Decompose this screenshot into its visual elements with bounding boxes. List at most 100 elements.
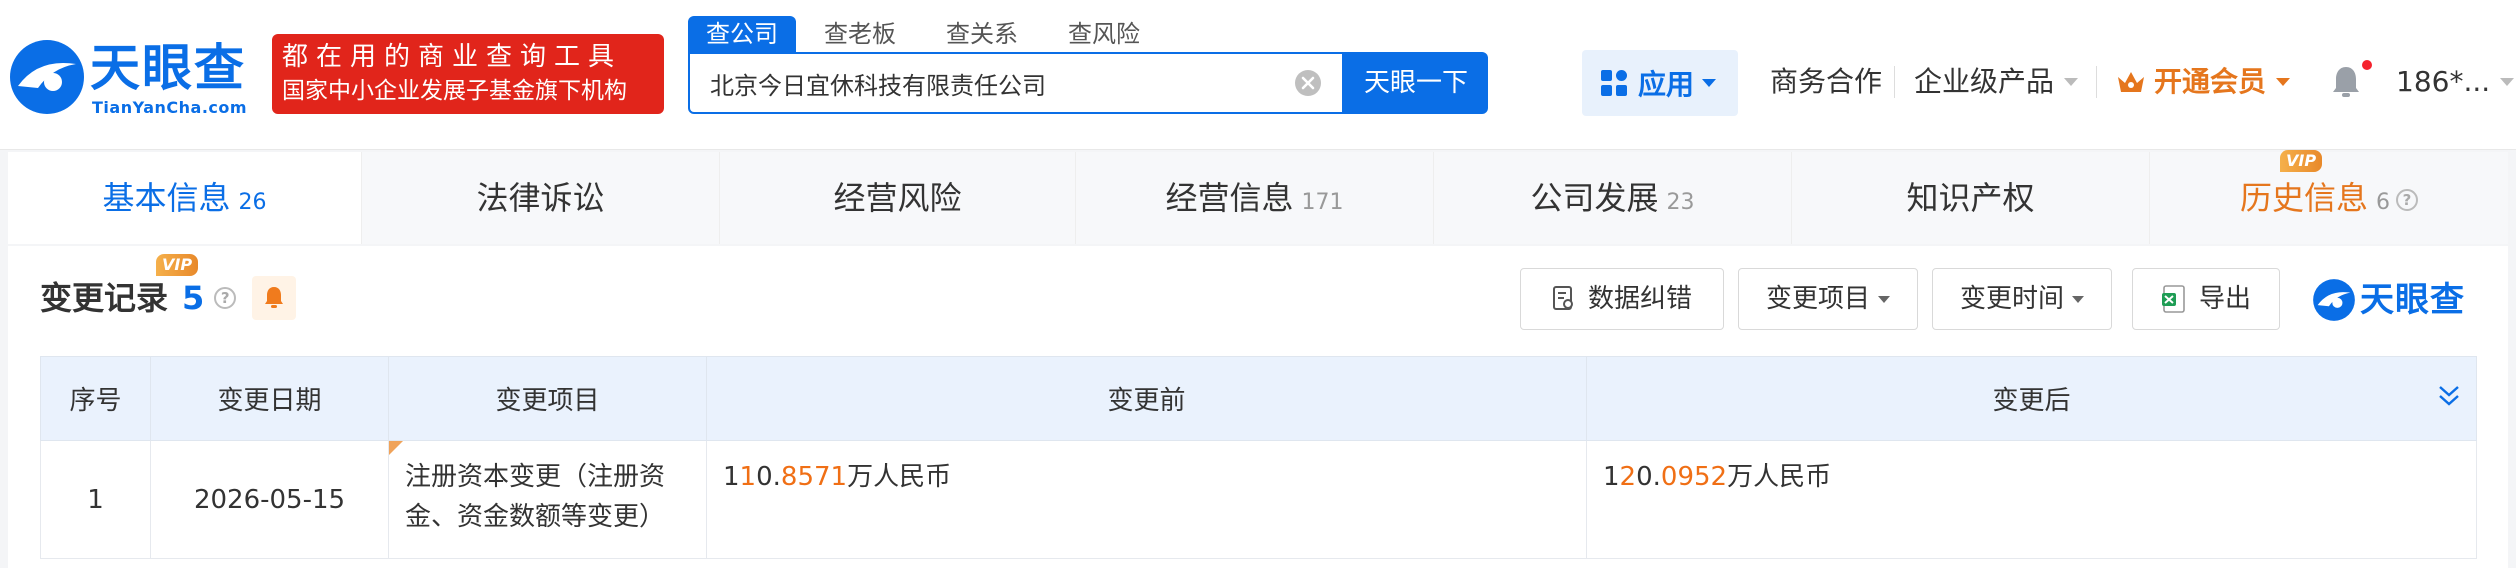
row-after-value: 120.0952万人民币 (1586, 440, 2477, 559)
table-header-row: 序号 变更日期 变更项目 变更前 变更后 (40, 356, 2477, 441)
data-correction-label: 数据纠错 (1587, 284, 1692, 314)
help-icon[interactable]: ? (214, 287, 237, 309)
tab-history-info[interactable]: 历史信息 6? VIP (2150, 150, 2508, 244)
double-chevron-down-icon[interactable] (2434, 381, 2464, 411)
excel-icon (2161, 285, 2185, 313)
tab-company-development[interactable]: 公司发展 23 (1434, 152, 1792, 244)
brand-watermark: 天眼查 (2312, 276, 2482, 324)
user-account-menu[interactable]: 186*... (2396, 60, 2515, 104)
row-date: 2026-05-15 (150, 440, 389, 559)
tab-label: 公司发展 (1530, 179, 1659, 217)
search-tab-boss[interactable]: 查老板 (806, 16, 914, 52)
row-change-item: 注册资本变更（注册资金、资金数额等变更） (388, 440, 707, 559)
notification-dot (2362, 60, 2372, 70)
col-header-before: 变更前 (706, 356, 1587, 441)
search-tab-risk[interactable]: 查风险 (1050, 16, 1158, 52)
row-index: 1 (40, 440, 151, 559)
change-time-filter[interactable]: 变更时间 (1932, 268, 2112, 330)
chevron-down-icon (1702, 79, 1717, 87)
col-header-index: 序号 (40, 356, 151, 441)
tab-count: 26 (238, 190, 267, 215)
col-header-after-label: 变更后 (1992, 386, 2071, 416)
after-unit: 万人民币 (1727, 462, 1832, 492)
tab-label: 经营信息 (1165, 179, 1294, 217)
logo-eye-icon (10, 40, 84, 114)
after-mid: 2 (1619, 462, 1637, 492)
change-record-table: 序号 变更日期 变更项目 变更前 变更后 1 2026-05-15 注册资本变更… (40, 356, 2477, 559)
section-title-text: 变更记录 (40, 279, 169, 317)
tab-count: 23 (1666, 190, 1695, 215)
after-plain: 0. (1636, 462, 1661, 492)
chevron-down-icon (2064, 78, 2079, 86)
monitor-bell-button[interactable] (252, 276, 296, 320)
export-label: 导出 (2198, 284, 2251, 314)
col-header-date[interactable]: 变更日期 (150, 356, 389, 441)
after-pre: 1 (1603, 462, 1620, 492)
brand-name: 天眼查 (2360, 280, 2465, 320)
data-correction-button[interactable]: 数据纠错 (1520, 268, 1724, 330)
change-item-filter[interactable]: 变更项目 (1738, 268, 1918, 330)
tab-legal[interactable]: 法律诉讼 (362, 152, 720, 244)
vip-badge: VIP (2280, 150, 2323, 172)
nav-business-cooperation[interactable]: 商务合作 (1770, 60, 1882, 104)
document-edit-icon (1552, 286, 1573, 310)
tab-count: 171 (1301, 190, 1344, 215)
section-count: 5 (182, 279, 205, 317)
tab-label: 历史信息 (2239, 179, 2368, 217)
row-change-item-text: 注册资本变更（注册资金、资金数额等变更） (405, 462, 666, 532)
export-button[interactable]: 导出 (2132, 268, 2280, 330)
change-record-section: 变更记录 5 ? VIP 数据纠错 变更项目 变更时间 导出 天眼查 序号 变更… (8, 246, 2508, 568)
tab-basic-info[interactable]: 基本信息 26 (8, 152, 362, 244)
before-highlight: 8571 (780, 462, 848, 492)
before-pre: 1 (723, 462, 740, 492)
search-type-tabs: 查公司 查老板 查关系 查风险 (688, 16, 1172, 52)
help-icon[interactable]: ? (2396, 189, 2418, 211)
marker-triangle (389, 441, 403, 455)
slogan-banner: 都在用的商业查询工具 国家中小企业发展子基金旗下机构 (272, 34, 664, 114)
tab-operating-risk[interactable]: 经营风险 (720, 152, 1076, 244)
before-plain: 0. (756, 462, 781, 492)
table-row: 1 2026-05-15 注册资本变更（注册资金、资金数额等变更） 110.85… (40, 440, 2477, 559)
chevron-down-icon (2500, 78, 2515, 86)
col-header-item: 变更项目 (388, 356, 707, 441)
tab-label: 基本信息 (102, 179, 231, 217)
row-before-value: 110.8571万人民币 (706, 440, 1587, 559)
chevron-down-icon (1878, 295, 1890, 303)
chevron-down-icon (2072, 295, 2084, 303)
tianyancha-logo[interactable]: 天眼查 TianYanCha.com (8, 38, 258, 118)
chevron-down-icon (2276, 78, 2291, 86)
notification-bell-icon[interactable] (2330, 64, 2362, 100)
change-time-label: 变更时间 (1959, 284, 2064, 314)
search-input[interactable] (710, 54, 1270, 112)
tab-intellectual-property[interactable]: 知识产权 (1792, 152, 2150, 244)
tab-count: 6 (2376, 190, 2390, 215)
tab-label: 经营风险 (833, 179, 962, 217)
logo-domain: TianYanCha.com (92, 98, 248, 117)
vip-badge: VIP (156, 254, 199, 276)
search-button[interactable]: 天眼一下 (1344, 52, 1488, 114)
logo-name: 天眼查 (90, 39, 246, 97)
section-title: 变更记录 5 ? (40, 276, 237, 320)
search-box (688, 52, 1344, 114)
before-unit: 万人民币 (847, 462, 952, 492)
nav-open-vip[interactable]: 开通会员 (2116, 60, 2291, 104)
clear-icon[interactable] (1294, 69, 1322, 97)
apps-menu-button[interactable]: 应用 (1582, 50, 1738, 116)
slogan-line2: 国家中小企业发展子基金旗下机构 (282, 78, 627, 104)
tab-label: 法律诉讼 (476, 179, 605, 217)
tab-operating-info[interactable]: 经营信息 171 (1076, 152, 1434, 244)
col-header-after: 变更后 (1586, 356, 2477, 441)
grid-apps-icon (1601, 70, 1627, 96)
nav-divider (2096, 66, 2097, 98)
apps-label: 应用 (1638, 68, 1695, 101)
company-tab-bar: 基本信息 26 法律诉讼 经营风险 经营信息 171 公司发展 23 知识产权 历史信… (8, 150, 2508, 244)
bell-icon (265, 287, 283, 308)
nav-enterprise-products[interactable]: 企业级产品 (1914, 60, 2079, 104)
slogan-line1: 都在用的商业查询工具 (282, 42, 623, 72)
enterprise-label: 企业级产品 (1914, 65, 2055, 98)
user-phone: 186*... (2396, 65, 2491, 98)
search-tab-relation[interactable]: 查关系 (928, 16, 1036, 52)
vip-label: 开通会员 (2154, 65, 2267, 98)
search-tab-company[interactable]: 查公司 (688, 16, 796, 52)
logo-eye-icon (2313, 279, 2355, 321)
